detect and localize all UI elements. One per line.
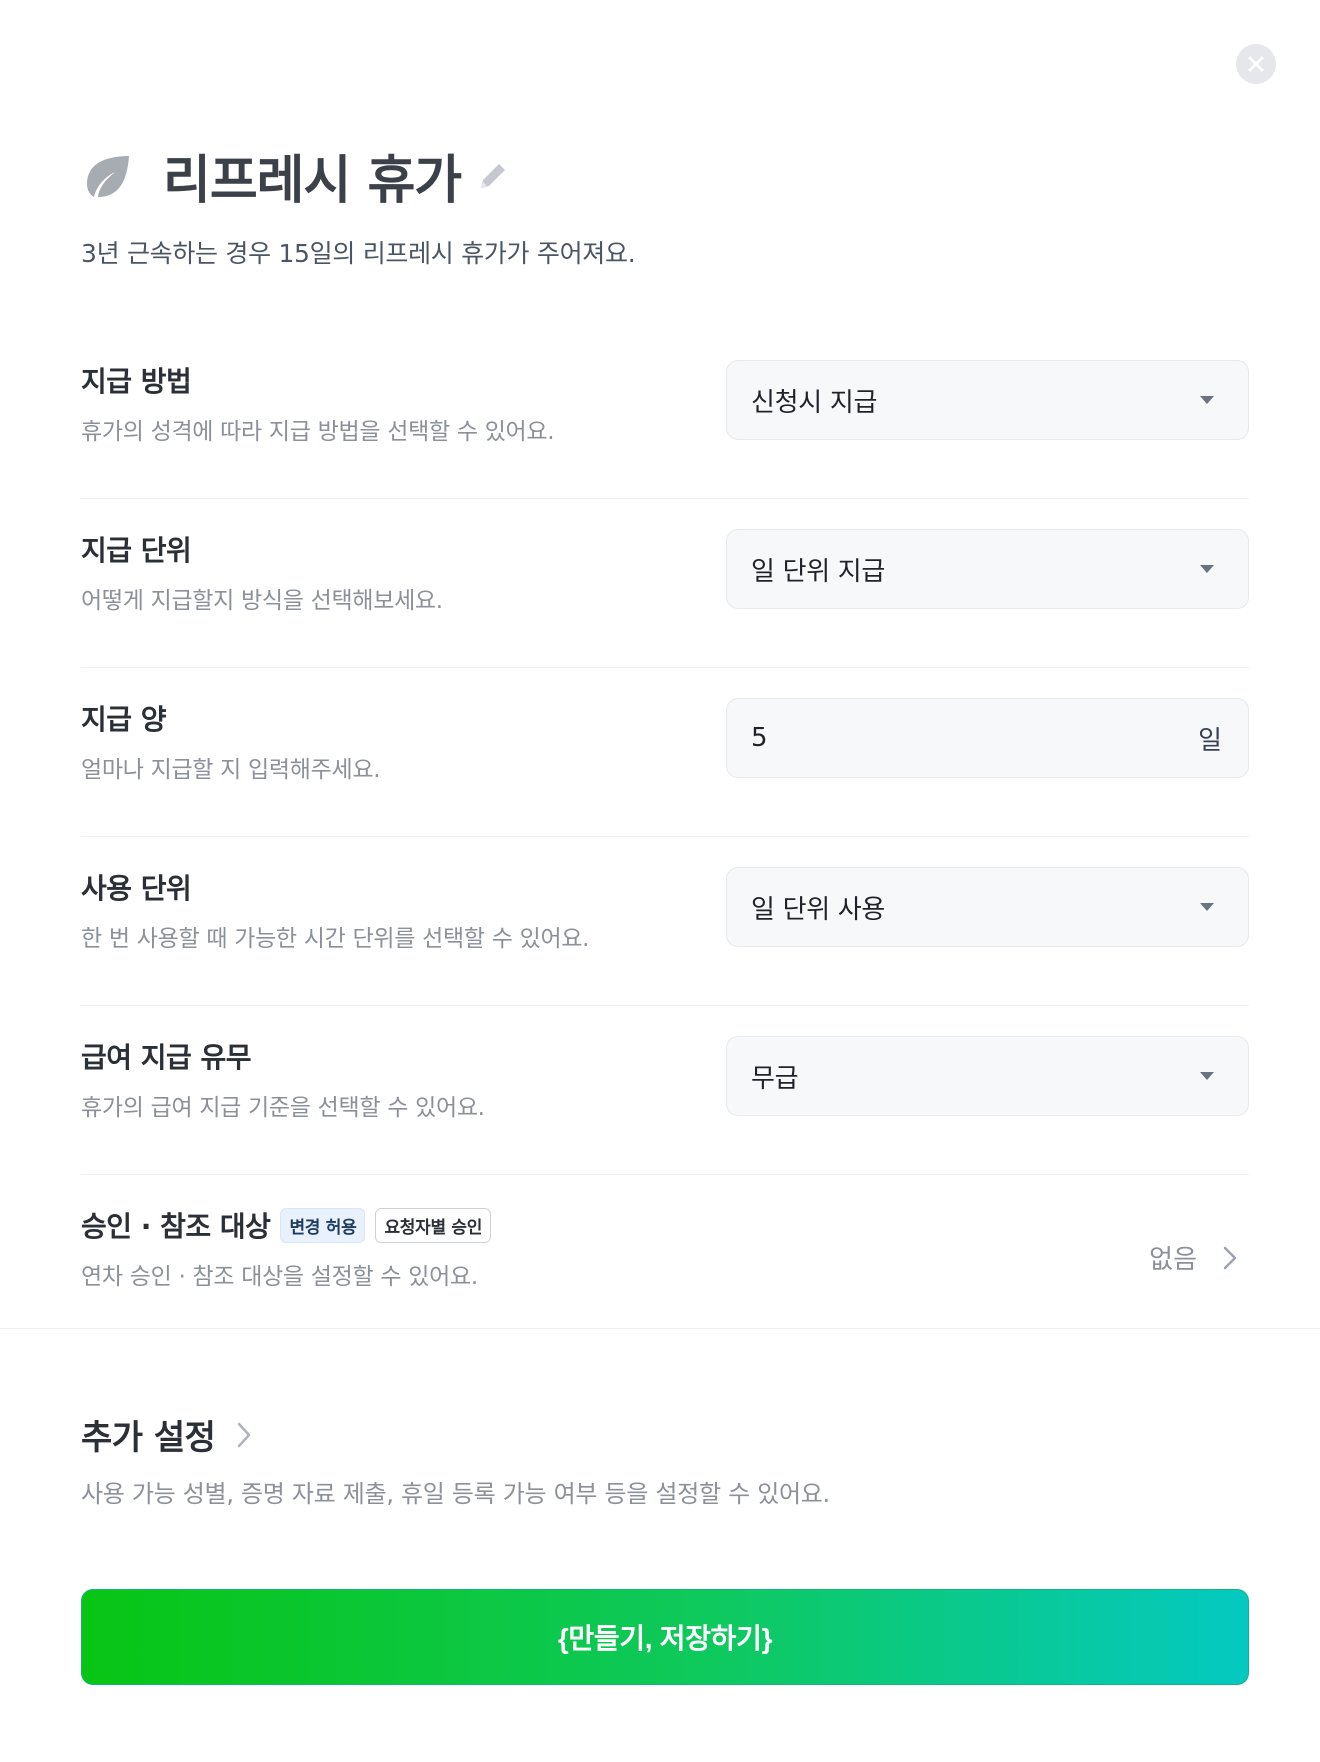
page-title: 리프레시 휴가 xyxy=(163,151,462,211)
approval-value-link[interactable]: 없음 xyxy=(1149,1239,1237,1276)
change-allowed-badge: 변경 허용 xyxy=(280,1207,366,1243)
extra-settings-toggle[interactable]: 추가 설정 xyxy=(81,1410,251,1459)
setting-description: 연차 승인 · 참조 대상을 설정할 수 있어요. xyxy=(81,1264,478,1290)
extra-settings-title: 추가 설정 xyxy=(81,1418,216,1458)
setting-row-salary-paid: 급여 지급 유무 휴가의 급여 지급 기준을 선택할 수 있어요. 무급 xyxy=(81,1006,1249,1175)
settings-list: 지급 방법 휴가의 성격에 따라 지급 방법을 선택할 수 있어요. 신청시 지… xyxy=(81,330,1249,1344)
setting-label: 급여 지급 유무 xyxy=(81,1041,252,1074)
setting-label: 지급 양 xyxy=(81,703,167,736)
submit-button[interactable]: {만들기, 저장하기} xyxy=(81,1589,1249,1685)
extra-settings-description: 사용 가능 성별, 증명 자료 제출, 휴일 등록 가능 여부 등을 설정할 수… xyxy=(81,1480,830,1508)
setting-description: 어떻게 지급할지 방식을 선택해보세요. xyxy=(81,588,443,614)
payment-method-select[interactable]: 신청시 지급 xyxy=(726,360,1249,440)
setting-label: 사용 단위 xyxy=(81,872,192,905)
pencil-icon[interactable] xyxy=(475,158,511,194)
setting-row-approval[interactable]: 승인 · 참조 대상 변경 허용 요청자별 승인 연차 승인 · 참조 대상을 … xyxy=(81,1175,1249,1344)
input-value: 5 xyxy=(751,723,768,753)
chevron-right-icon xyxy=(1223,1246,1237,1269)
usage-unit-select[interactable]: 일 단위 사용 xyxy=(726,867,1249,947)
caret-down-icon xyxy=(1200,396,1214,404)
setting-description: 휴가의 성격에 따라 지급 방법을 선택할 수 있어요. xyxy=(81,419,555,445)
page-description: 3년 근속하는 경우 15일의 리프레시 휴가가 주어져요. xyxy=(81,239,636,268)
setting-label: 승인 · 참조 대상 변경 허용 요청자별 승인 xyxy=(81,1205,492,1245)
select-value: 무급 xyxy=(751,1063,799,1094)
chevron-right-icon xyxy=(238,1422,251,1447)
select-value: 신청시 지급 xyxy=(751,387,878,418)
setting-label: 지급 방법 xyxy=(81,365,192,398)
leaf-icon xyxy=(87,155,129,197)
setting-description: 한 번 사용할 때 가능한 시간 단위를 선택할 수 있어요. xyxy=(81,926,590,952)
per-requester-badge: 요청자별 승인 xyxy=(375,1207,492,1243)
select-value: 일 단위 사용 xyxy=(751,894,886,925)
setting-row-payment-amount: 지급 양 얼마나 지급할 지 입력해주세요. 5 일 xyxy=(81,668,1249,837)
setting-row-payment-unit: 지급 단위 어떻게 지급할지 방식을 선택해보세요. 일 단위 지급 xyxy=(81,499,1249,668)
setting-label: 지급 단위 xyxy=(81,534,192,567)
section-divider xyxy=(0,1328,1320,1329)
payment-unit-select[interactable]: 일 단위 지급 xyxy=(726,529,1249,609)
close-icon xyxy=(1248,56,1264,72)
unit-label: 일 xyxy=(1198,725,1222,756)
caret-down-icon xyxy=(1200,1072,1214,1080)
approval-label-text: 승인 · 참조 대상 xyxy=(81,1210,271,1243)
setting-row-payment-method: 지급 방법 휴가의 성격에 따라 지급 방법을 선택할 수 있어요. 신청시 지… xyxy=(81,330,1249,499)
payment-amount-input[interactable]: 5 일 xyxy=(726,698,1249,778)
page-header: 리프레시 휴가 xyxy=(81,138,511,213)
leave-settings-modal: 리프레시 휴가 3년 근속하는 경우 15일의 리프레시 휴가가 주어져요. 지… xyxy=(0,0,1320,1762)
select-value: 일 단위 지급 xyxy=(751,556,886,587)
close-button[interactable] xyxy=(1236,44,1276,84)
salary-paid-select[interactable]: 무급 xyxy=(726,1036,1249,1116)
setting-row-usage-unit: 사용 단위 한 번 사용할 때 가능한 시간 단위를 선택할 수 있어요. 일 … xyxy=(81,837,1249,1006)
approval-value: 없음 xyxy=(1149,1245,1197,1275)
caret-down-icon xyxy=(1200,565,1214,573)
caret-down-icon xyxy=(1200,903,1214,911)
setting-description: 얼마나 지급할 지 입력해주세요. xyxy=(81,757,381,783)
setting-description: 휴가의 급여 지급 기준을 선택할 수 있어요. xyxy=(81,1095,485,1121)
